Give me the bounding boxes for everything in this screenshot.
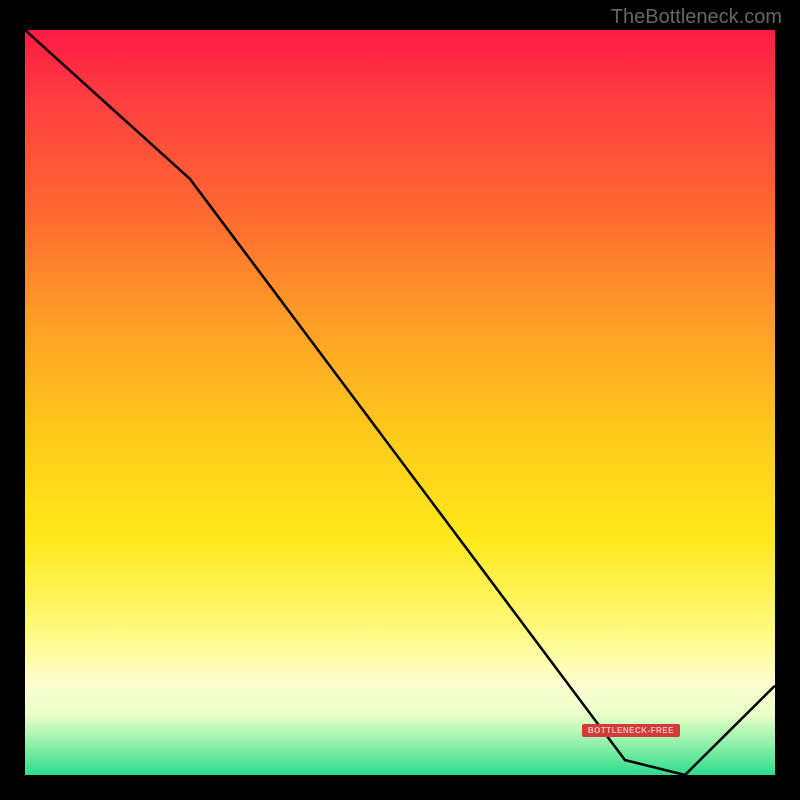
chart-container: TheBottleneck.com BOTTLENECK-FREE xyxy=(0,0,800,800)
bottleneck-free-badge: BOTTLENECK-FREE xyxy=(582,724,680,737)
bottleneck-curve xyxy=(25,30,775,775)
attribution-text: TheBottleneck.com xyxy=(611,6,782,29)
plot-area: BOTTLENECK-FREE xyxy=(25,30,775,775)
